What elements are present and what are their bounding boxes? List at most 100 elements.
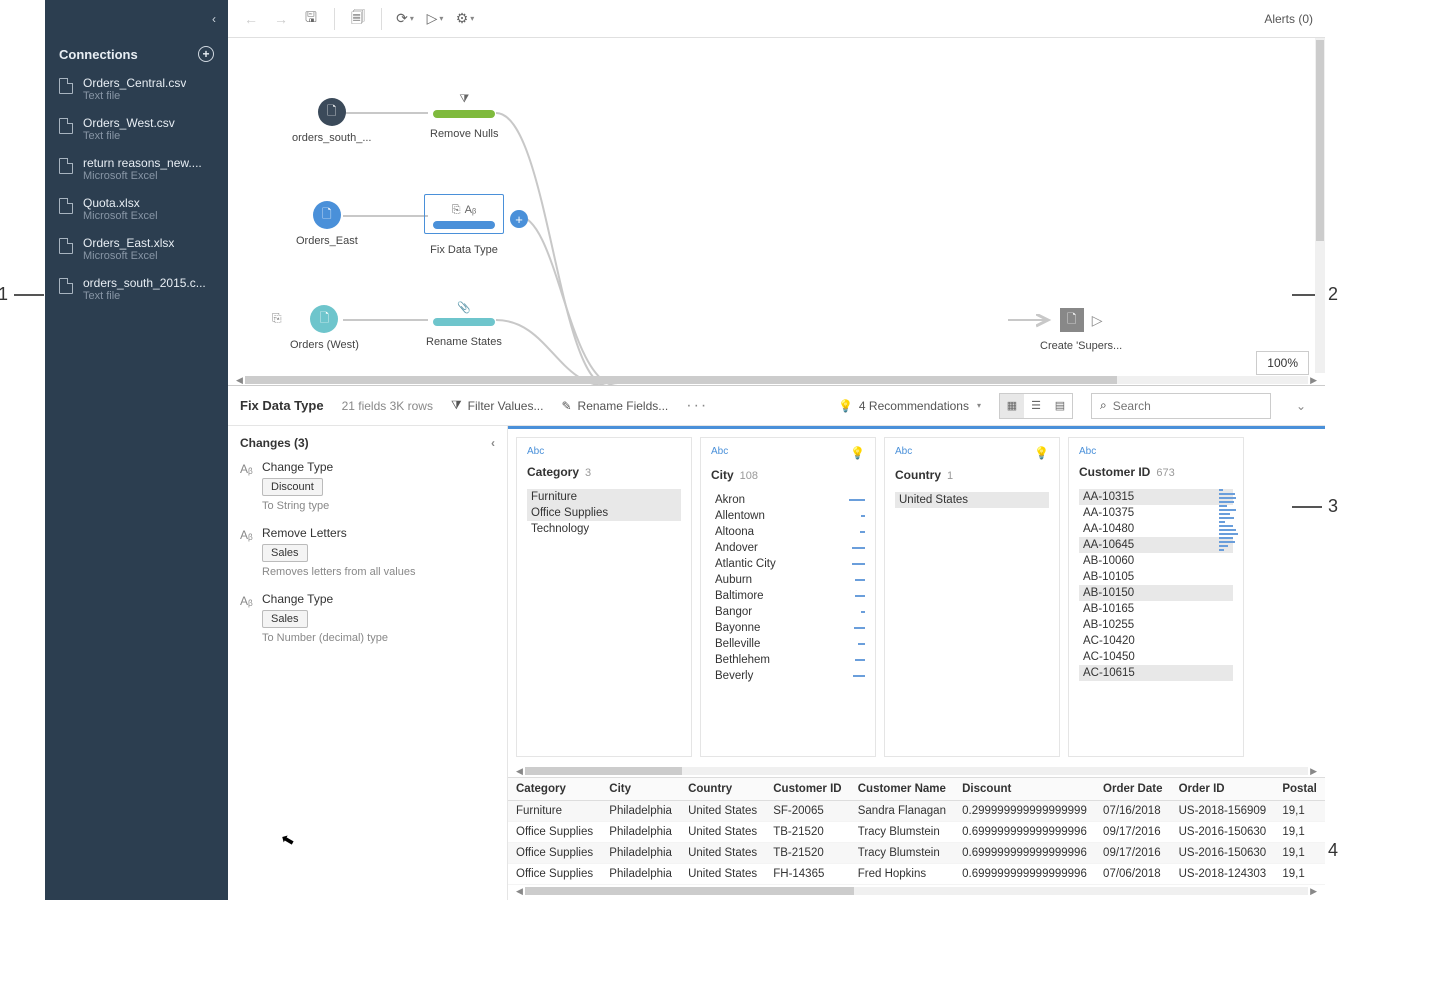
recommendations-button[interactable]: 💡4 Recommendations▾ [838,399,981,413]
bulb-icon[interactable]: 💡 [1034,446,1049,460]
column-header[interactable]: Category [508,778,601,801]
profile-value[interactable]: Baltimore [711,588,768,604]
zoom-indicator[interactable]: 100% [1256,351,1309,375]
profile-value[interactable]: Auburn [711,572,756,588]
profile-value[interactable]: Altoona [711,524,758,540]
connection-item[interactable]: orders_south_2015.c...Text file [45,270,228,310]
profile-value[interactable]: AC-10420 [1079,633,1233,649]
input-node-orders-east[interactable]: 🗋 Orders_East [296,201,358,247]
field-name: Category [527,465,579,479]
profile-value[interactable]: Bangor [711,604,756,620]
table-row[interactable]: Office SuppliesPhiladelphiaUnited States… [508,864,1325,885]
profile-value[interactable]: Allentown [711,508,769,524]
profile-value[interactable]: AC-10450 [1079,649,1233,665]
profile-value[interactable]: Bethlehem [711,652,774,668]
forward-button[interactable]: → [270,8,292,30]
profile-value[interactable]: AA-10315 [1079,489,1233,505]
run-output-button[interactable]: ▷ [1092,312,1103,329]
column-header[interactable]: Order ID [1171,778,1275,801]
profile-value[interactable]: AB-10165 [1079,601,1233,617]
profile-value[interactable]: AA-10645 [1079,537,1233,553]
column-header[interactable]: Customer Name [850,778,954,801]
canvas-vscroll[interactable] [1315,38,1325,373]
connection-item[interactable]: Quota.xlsxMicrosoft Excel [45,190,228,230]
file-icon [59,78,73,94]
profile-value[interactable]: Atlantic City [711,556,780,572]
add-connection-button[interactable]: + [198,46,214,62]
input-node-orders-west[interactable]: ⎘ 🗋 Orders (West) [290,305,359,351]
refresh-button[interactable]: ⟳▾ [394,8,416,30]
profile-value[interactable]: Technology [527,521,681,537]
step-fix-data-type[interactable]: ⎘Aᵦ + Fix Data Type [424,194,504,256]
column-header[interactable]: Discount [954,778,1095,801]
alerts-indicator[interactable]: Alerts (0) [1264,12,1313,26]
column-header[interactable]: Customer ID [765,778,850,801]
profile-card[interactable]: Abc💡Country1United States [884,437,1060,757]
column-header[interactable]: Postal [1274,778,1325,801]
table-row[interactable]: Office SuppliesPhiladelphiaUnited States… [508,822,1325,843]
save-button[interactable]: 🖫 [300,8,322,30]
grid-hscroll[interactable]: ◀▶ [508,885,1325,897]
profile-value[interactable]: AB-10060 [1079,553,1233,569]
connection-item[interactable]: Orders_Central.csvText file [45,70,228,110]
change-item[interactable]: AᵦChange TypeSalesTo Number (decimal) ty… [240,592,495,644]
change-item[interactable]: AᵦRemove LettersSalesRemoves letters fro… [240,526,495,578]
profile-value[interactable]: AB-10105 [1079,569,1233,585]
profile-view-button[interactable]: ▦ [1000,394,1024,418]
profile-value[interactable]: Belleville [711,636,764,652]
column-header[interactable]: City [601,778,680,801]
table-cell: Office Supplies [508,822,601,843]
flow-canvas[interactable]: 🗋 orders_south_... 🗋 Orders_East ⎘ 🗋 Ord… [228,38,1325,386]
grid-view-button[interactable]: ▤ [1048,394,1072,418]
profile-value[interactable]: AB-10255 [1079,617,1233,633]
column-header[interactable]: Order Date [1095,778,1171,801]
connections-header: Connections + [45,38,228,70]
connection-item[interactable]: return reasons_new....Microsoft Excel [45,150,228,190]
input-node-orders-south[interactable]: 🗋 orders_south_... [292,98,372,144]
change-item[interactable]: AᵦChange TypeDiscountTo String type [240,460,495,512]
profiles-hscroll[interactable]: ◀▶ [508,765,1325,777]
filter-values-button[interactable]: ⧩Filter Values... [451,398,544,413]
table-row[interactable]: FurniturePhiladelphiaUnited StatesSF-200… [508,801,1325,822]
profile-value[interactable]: Furniture [527,489,681,505]
list-view-button[interactable]: ☰ [1024,394,1048,418]
publish-button[interactable]: 🗐 [347,8,369,30]
collapse-changes-button[interactable]: ‹ [491,436,495,450]
more-actions-button[interactable]: ··· [686,397,708,415]
profile-card[interactable]: AbcCategory3FurnitureOffice SuppliesTech… [516,437,692,757]
profile-value[interactable]: AB-10150 [1079,585,1233,601]
step-rename-states[interactable]: 📎 Rename States [426,298,502,348]
profile-card[interactable]: Abc💡City108AkronAllentownAltoonaAndoverA… [700,437,876,757]
output-node[interactable]: 🗋 ▷ Create 'Supers... [1040,308,1122,352]
connection-item[interactable]: Orders_West.csvText file [45,110,228,150]
table-row[interactable]: Office SuppliesPhiladelphiaUnited States… [508,843,1325,864]
step-bar [433,318,495,326]
bulb-icon[interactable]: 💡 [850,446,865,460]
settings-button[interactable]: ⚙▾ [454,8,476,30]
profile-value[interactable]: United States [895,492,1049,508]
expand-button[interactable]: ⌄ [1289,394,1313,418]
run-flow-button[interactable]: ▷▾ [424,8,446,30]
rename-fields-button[interactable]: ✎Rename Fields... [561,399,668,413]
profile-value[interactable]: Bayonne [711,620,764,636]
profile-card[interactable]: AbcCustomer ID673AA-10315AA-10375AA-1048… [1068,437,1244,757]
profile-value[interactable]: Beverly [711,668,757,684]
profile-value[interactable]: Akron [711,492,749,508]
profile-value[interactable]: Andover [711,540,762,556]
connections-list: Orders_Central.csvText fileOrders_West.c… [45,70,228,310]
back-button[interactable]: ← [240,8,262,30]
connection-item[interactable]: Orders_East.xlsxMicrosoft Excel [45,230,228,270]
search-input[interactable] [1113,399,1268,413]
profile-value[interactable]: AC-10615 [1079,665,1233,681]
add-step-button[interactable]: + [510,210,528,228]
step-remove-nulls[interactable]: ⧩ Remove Nulls [430,90,498,140]
canvas-hscroll[interactable]: ◀▶ [234,375,1319,385]
profile-value[interactable]: AA-10480 [1079,521,1233,537]
main-area: ← → 🖫 🗐 ⟳▾ ▷▾ ⚙▾ Alerts (0) [228,0,1325,900]
column-header[interactable]: Country [680,778,765,801]
collapse-sidebar-button[interactable]: ‹ [212,12,216,26]
profile-value[interactable]: Office Supplies [527,505,681,521]
table-cell: 09/17/2016 [1095,843,1171,864]
profile-value[interactable]: AA-10375 [1079,505,1233,521]
search-box[interactable]: ⌕ [1091,393,1271,419]
